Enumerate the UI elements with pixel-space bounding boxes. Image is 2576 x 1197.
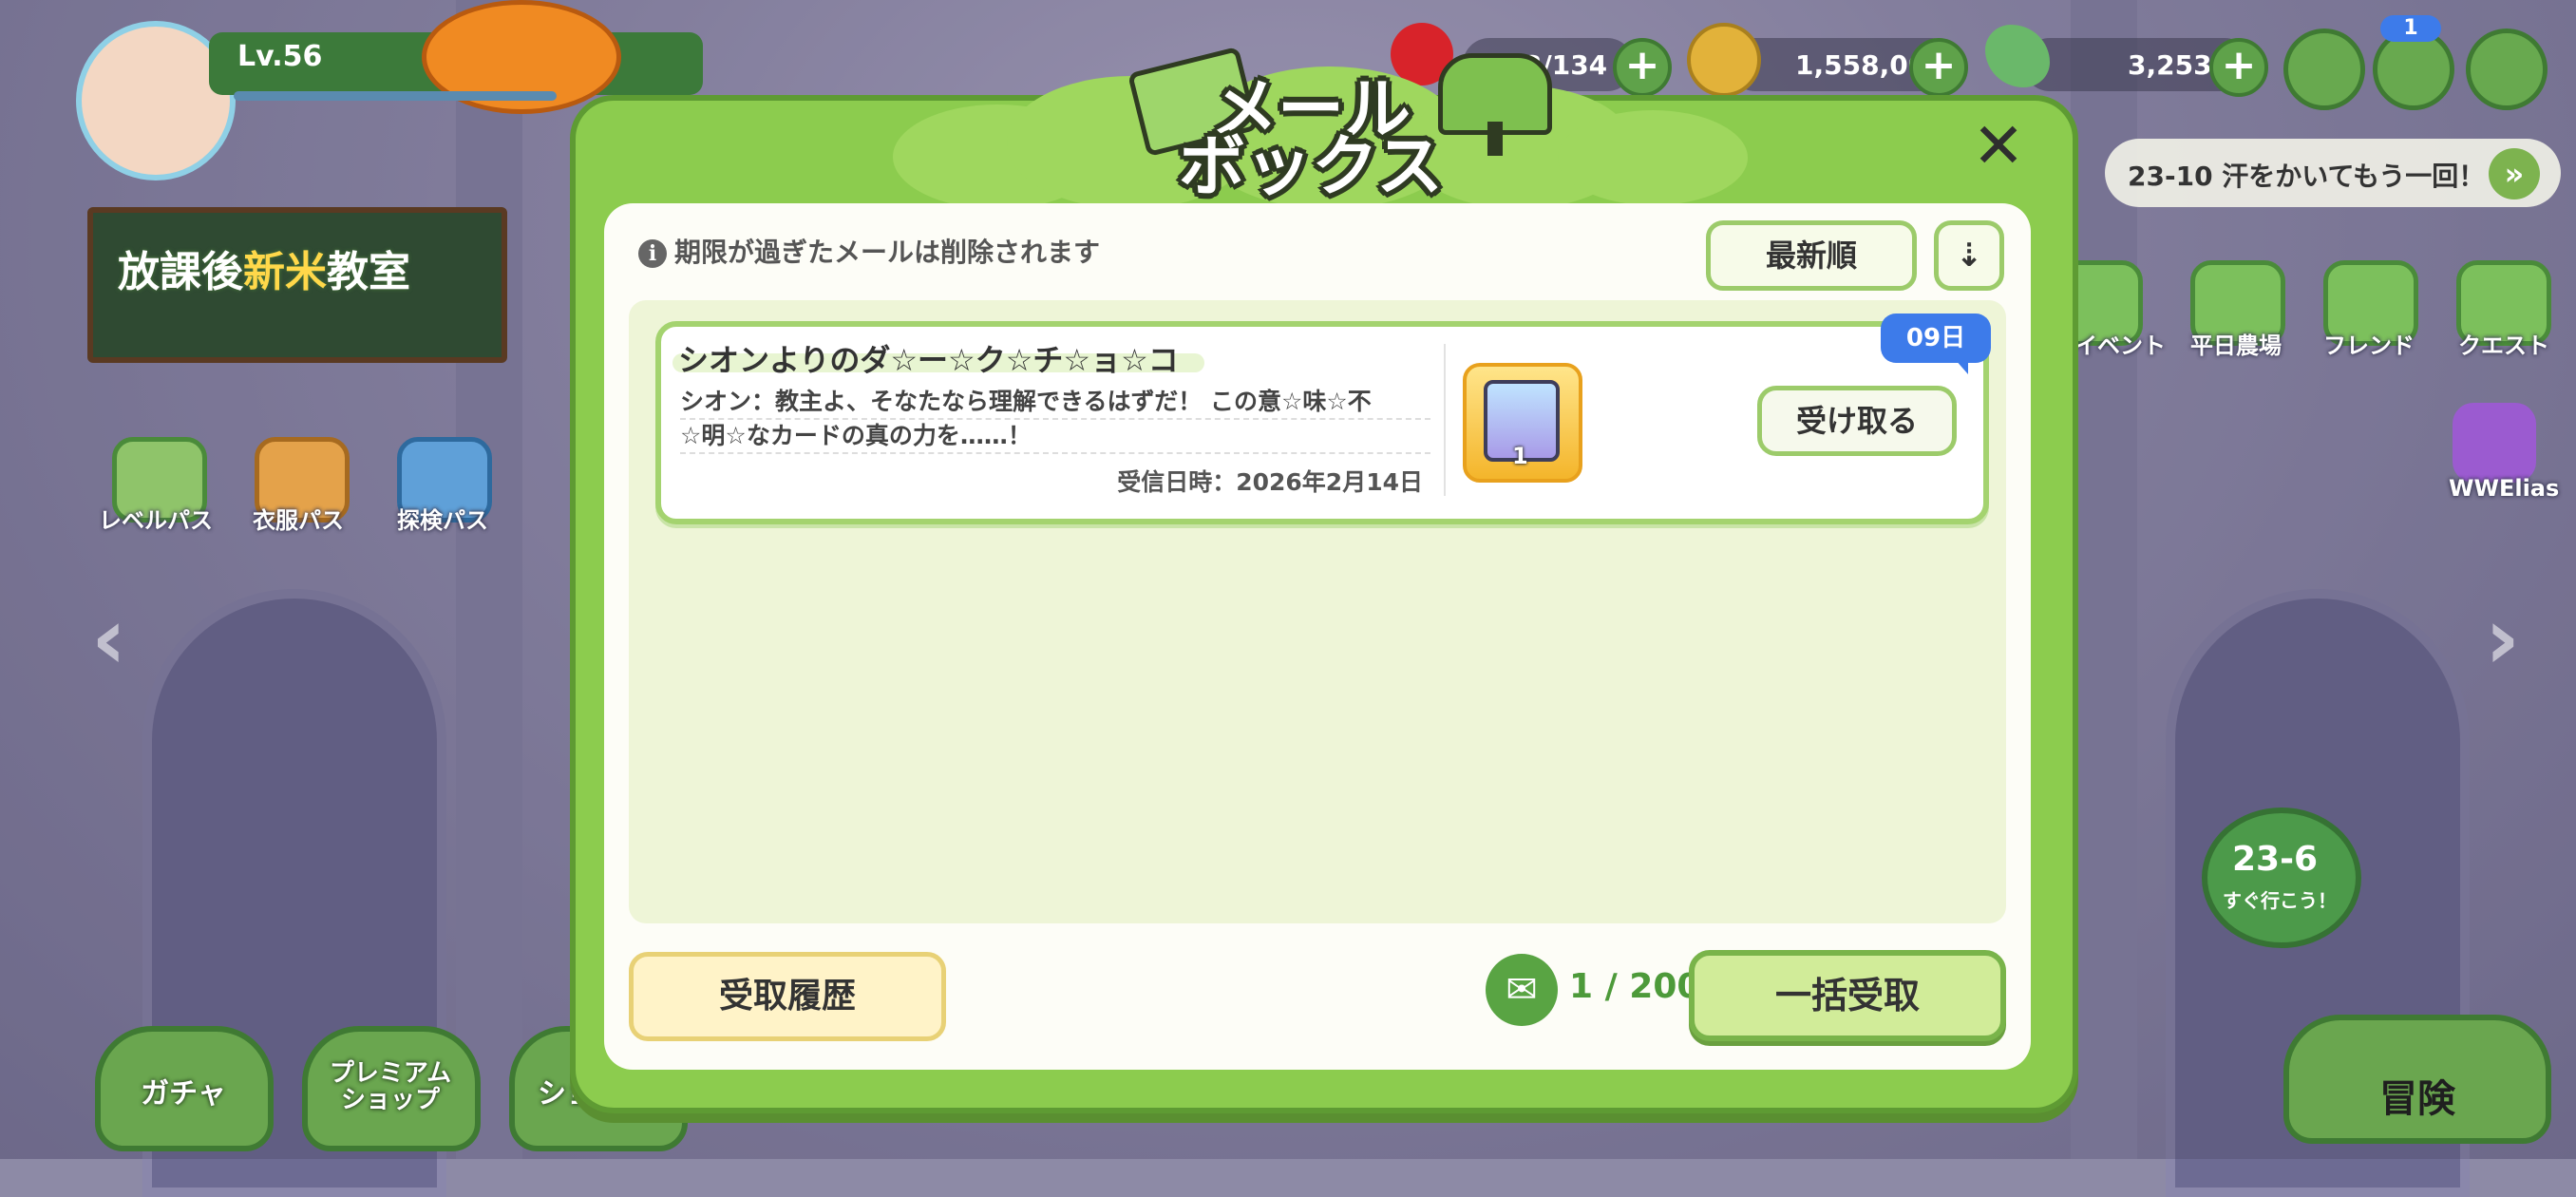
sort-descending-icon[interactable]: ⇣ — [1934, 220, 2004, 291]
banner-text-b: 新米 — [243, 248, 327, 296]
leaf-add-button[interactable]: + — [2209, 38, 2268, 97]
exp-bar — [234, 91, 557, 101]
stage-hint-text: 23-10 汗をかいてもう一回！ — [2128, 161, 2486, 192]
mail-title: シオンよりのダ☆ー☆ク☆チ☆ョ☆コ — [678, 342, 1179, 378]
level-pass-label: レベルパス — [99, 507, 213, 534]
event-label: イベント — [2074, 332, 2166, 359]
notification-badge: 1 — [2380, 15, 2441, 42]
fast-forward-icon[interactable]: » — [2489, 148, 2540, 200]
friend-label: フレンド — [2323, 332, 2415, 359]
player-name: WWElias — [2449, 475, 2560, 502]
weekday-farm-label: 平日農場 — [2190, 332, 2282, 359]
stamina-add-button[interactable]: + — [1613, 38, 1672, 97]
explore-pass-label: 探検パス — [397, 507, 488, 534]
leaf-value: 3,253 — [2128, 49, 2212, 81]
stage-quick-sub: すぐ行こう！ — [2223, 889, 2337, 912]
days-left-badge-tail — [1955, 359, 1968, 374]
mail-received-date: 受信日時：2026年2月14日 — [1117, 468, 1423, 496]
player-avatar-icon[interactable] — [2453, 403, 2536, 483]
gold-coin-icon — [1687, 23, 1761, 97]
sort-button[interactable]: 最新順 — [1706, 220, 1917, 291]
mail-count-icon: ✉ — [1486, 954, 1558, 1026]
bulk-receive-button[interactable]: 一括受取 — [1689, 950, 2006, 1041]
level-text: Lv.56 — [237, 40, 323, 73]
modal-title-line2: ボックス — [1179, 127, 1443, 205]
receive-button[interactable]: 受け取る — [1757, 386, 1957, 456]
mail-body: シオン：教主よ、そなたなら理解できるはずだ！ この意☆味☆不 ☆明☆なカードの真… — [680, 386, 1430, 454]
mail-body-line: シオン：教主よ、そなたなら理解できるはずだ！ この意☆味☆不 — [680, 386, 1430, 420]
gold-add-button[interactable]: + — [1909, 38, 1968, 97]
mail-count: 1 / 200 — [1569, 967, 1701, 1006]
header-cloud — [1558, 110, 1748, 205]
quest-label: クエスト — [2458, 332, 2549, 359]
days-left-badge: 09日 — [1881, 314, 1991, 363]
receive-history-button[interactable]: 受取履歴 — [629, 952, 946, 1041]
adventure-label: 冒険 — [2379, 1077, 2455, 1121]
close-icon[interactable]: ✕ — [1970, 115, 2027, 178]
menu-icon[interactable] — [2466, 28, 2548, 110]
mailbox-post-pole — [1487, 122, 1503, 156]
stage-quick-number: 23-6 — [2232, 840, 2319, 879]
gacha-label: ガチャ — [141, 1077, 226, 1111]
costume-pass-label: 衣服パス — [253, 507, 344, 534]
bell-icon[interactable] — [2283, 28, 2365, 110]
left-arrow-icon[interactable]: ‹ — [91, 589, 126, 689]
banner-text-a: 放課後 — [118, 248, 243, 296]
reward-quantity: 1 — [1512, 443, 1528, 469]
mail-body-line: ☆明☆なカードの真の力を……！ — [680, 420, 1430, 454]
banner-title: 放課後新米教室 — [118, 238, 410, 298]
banner-text-c: 教室 — [327, 248, 410, 296]
premium-shop-label: プレミアム ショップ — [329, 1059, 452, 1114]
mail-divider — [1444, 344, 1446, 496]
right-arrow-icon[interactable]: › — [2485, 589, 2520, 689]
info-icon: i — [638, 239, 667, 268]
expiry-notice: i 期限が過ぎたメールは削除されます — [638, 232, 1100, 270]
expiry-notice-text: 期限が過ぎたメールは削除されます — [674, 237, 1101, 268]
